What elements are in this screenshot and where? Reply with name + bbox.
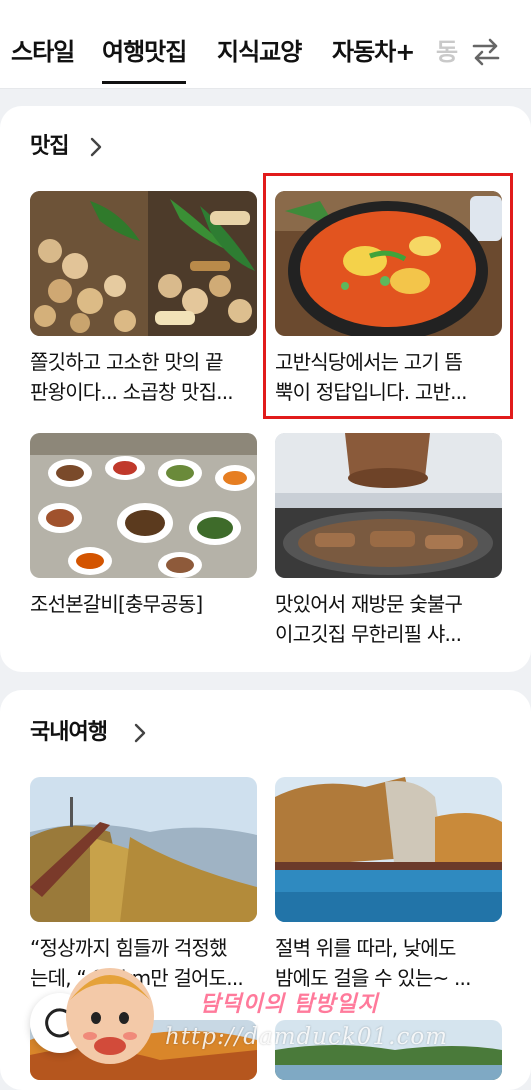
tab-next-partial[interactable]: 동 bbox=[436, 36, 458, 68]
tab-travel-food[interactable]: 여행맛집 bbox=[102, 36, 187, 84]
tab-cars[interactable]: 자동차+ bbox=[332, 36, 415, 68]
section-title-domestic-travel[interactable]: 국내여행 bbox=[30, 718, 108, 748]
category-tabs: 스타일 여행맛집 지식교양 자동차+ 동 bbox=[0, 0, 460, 88]
watermark-url: http://damduck01.com bbox=[165, 1024, 448, 1050]
chevron-right-icon[interactable] bbox=[88, 136, 104, 158]
section-title-restaurants[interactable]: 맛집 bbox=[30, 132, 69, 162]
watermark-avatar bbox=[66, 968, 154, 1064]
food-photo bbox=[275, 433, 502, 578]
caption-gopchang[interactable]: 쫄깃하고 고소한 맛의 끝 판왕이다... 소곱창 맛집... bbox=[30, 347, 262, 407]
tab-knowledge[interactable]: 지식교양 bbox=[217, 36, 302, 68]
chevron-right-icon[interactable] bbox=[132, 722, 148, 744]
caption-goban[interactable]: 고반식당에서는 고기 뜸 뿍이 정답입니다. 고반... bbox=[275, 347, 507, 407]
thumbnail-mountain-trail[interactable] bbox=[30, 777, 257, 922]
caption-cliff-walkway[interactable]: 절벽 위를 따라, 낮에도 밤에도 걸을 수 있는~ ... bbox=[275, 933, 507, 993]
caption-charcoal-bbq[interactable]: 맛있어서 재방문 숯불구 이고깃집 무한리필 샤... bbox=[275, 589, 507, 649]
thumbnail-goban-stew[interactable] bbox=[275, 191, 502, 336]
thumbnail-cliff-walkway[interactable] bbox=[275, 777, 502, 922]
travel-photo bbox=[30, 777, 257, 922]
thumbnail-charcoal-bbq[interactable] bbox=[275, 433, 502, 578]
thumbnail-joseonbon-galbi[interactable] bbox=[30, 433, 257, 578]
travel-photo bbox=[275, 777, 502, 922]
top-tab-bar: 스타일 여행맛집 지식교양 자동차+ 동 bbox=[0, 0, 531, 89]
thumbnail-gopchang[interactable] bbox=[30, 191, 257, 336]
watermark-name: 담덕이의 탐방일지 bbox=[200, 991, 379, 1017]
food-photo bbox=[30, 191, 257, 336]
caption-joseonbon[interactable]: 조선본갈비[충무공동] bbox=[30, 589, 262, 619]
tab-style[interactable]: 스타일 bbox=[11, 36, 75, 68]
food-photo bbox=[275, 191, 502, 336]
food-photo bbox=[30, 433, 257, 578]
swap-arrows-icon[interactable] bbox=[468, 34, 504, 70]
